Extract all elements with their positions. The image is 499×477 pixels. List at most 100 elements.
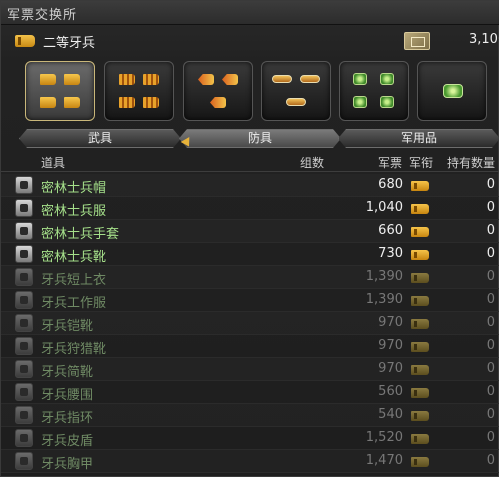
item-name: 密林士兵服: [41, 204, 107, 219]
item-row[interactable]: 密林士兵帽 680 0: [1, 174, 499, 197]
seal-cost-icon: [411, 342, 429, 352]
green-insignia-icon: [353, 73, 367, 85]
chevron-insignia-icon: [222, 74, 238, 85]
seal-cost-icon: [411, 457, 429, 467]
body-armor-icon: [15, 291, 33, 309]
pill-insignia-icon: [272, 75, 292, 83]
rank-1-button[interactable]: [25, 61, 95, 121]
shield-icon: [15, 429, 33, 447]
rank-6-button[interactable]: [417, 61, 487, 121]
col-rank: 军衔: [409, 156, 434, 170]
rank-insignia-icon: [15, 35, 35, 47]
seal-cost-icon: [411, 273, 429, 283]
item-owned: 0: [486, 361, 495, 376]
boots-icon: [15, 360, 33, 378]
body-armor-icon: [15, 268, 33, 286]
col-owned: 持有数量: [447, 156, 496, 170]
gloves-icon: [15, 222, 33, 240]
col-sets: 组数: [300, 156, 325, 170]
item-row[interactable]: 牙兵胸甲 1,470 0: [1, 450, 499, 473]
boots-icon: [15, 245, 33, 263]
item-owned: 0: [486, 384, 495, 399]
rank-name: 二等牙兵: [43, 36, 96, 51]
hat-icon: [15, 176, 33, 194]
boots-icon: [15, 314, 33, 332]
item-owned: 0: [486, 177, 495, 192]
gold-insignia-icon: [64, 97, 80, 108]
item-name: 密林士兵手套: [41, 227, 120, 242]
item-row[interactable]: 牙兵短上衣 1,390 0: [1, 266, 499, 289]
item-cost: 970: [378, 338, 403, 353]
seal-cost-icon: [411, 296, 429, 306]
item-row[interactable]: 牙兵铠靴 970 0: [1, 312, 499, 335]
item-row[interactable]: 牙兵简靴 970 0: [1, 358, 499, 381]
rank-filter-bar: [25, 61, 499, 123]
item-name: 牙兵工作服: [41, 296, 107, 311]
item-owned: 0: [486, 430, 495, 445]
item-owned: 0: [486, 269, 495, 284]
company-seal-icon: [404, 32, 430, 50]
item-name: 牙兵铠靴: [41, 319, 94, 334]
item-owned: 0: [486, 407, 495, 422]
item-owned: 0: [486, 246, 495, 261]
seal-cost-icon: [411, 181, 429, 191]
item-cost: 970: [378, 315, 403, 330]
chevron-insignia-icon: [198, 74, 214, 85]
ring-icon: [15, 406, 33, 424]
item-row[interactable]: 密林士兵手套 660 0: [1, 220, 499, 243]
item-row[interactable]: 密林士兵服 1,040 0: [1, 197, 499, 220]
rank-4-button[interactable]: [261, 61, 331, 121]
item-name: 密林士兵帽: [41, 181, 107, 196]
item-cost: 660: [378, 223, 403, 238]
column-header: 道具 组数 军票 军衔 持有数量: [1, 152, 499, 172]
gold-insignia-icon: [64, 74, 80, 85]
item-row[interactable]: 牙兵腰围 560 0: [1, 381, 499, 404]
tab-armor[interactable]: 防具: [179, 129, 341, 148]
item-list: 密林士兵帽 680 0 密林士兵服 1,040 0 密林士兵手套 660 0 密…: [1, 174, 499, 473]
item-name: 牙兵短上衣: [41, 273, 107, 288]
gold-insignia-icon: [40, 74, 56, 85]
rank-3-button[interactable]: [183, 61, 253, 121]
body-armor-icon: [15, 199, 33, 217]
item-name: 牙兵皮盾: [41, 434, 94, 449]
rank-2-button[interactable]: [104, 61, 174, 121]
seal-count: 3,106: [469, 32, 499, 47]
seal-cost-icon: [411, 227, 429, 237]
seal-cost-icon: [411, 250, 429, 260]
boots-icon: [15, 337, 33, 355]
item-name: 牙兵指环: [41, 411, 94, 426]
category-tabs: 武具 防具 军用品: [15, 129, 499, 149]
item-name: 牙兵狩猎靴: [41, 342, 107, 357]
green-insignia-icon: [380, 96, 394, 108]
item-row[interactable]: 牙兵皮盾 1,520 0: [1, 427, 499, 450]
seal-cost-icon: [411, 411, 429, 421]
gold-insignia-icon: [40, 97, 56, 108]
exchange-window: 军票交换所 二等牙兵 3,106: [0, 0, 499, 477]
item-owned: 0: [486, 292, 495, 307]
tab-supplies[interactable]: 军用品: [338, 129, 499, 148]
item-owned: 0: [486, 338, 495, 353]
rank-5-button[interactable]: [339, 61, 409, 121]
seal-cost-icon: [411, 365, 429, 375]
item-name: 牙兵胸甲: [41, 457, 94, 472]
seal-cost-icon: [411, 434, 429, 444]
window-title: 军票交换所: [7, 8, 78, 23]
seal-cost-icon: [411, 388, 429, 398]
item-row[interactable]: 牙兵工作服 1,390 0: [1, 289, 499, 312]
col-seals: 军票: [378, 156, 403, 170]
seal-cost-icon: [411, 204, 429, 214]
item-row[interactable]: 牙兵狩猎靴 970 0: [1, 335, 499, 358]
item-cost: 1,040: [365, 200, 403, 215]
item-row[interactable]: 牙兵指环 540 0: [1, 404, 499, 427]
item-cost: 730: [378, 246, 403, 261]
tab-weapons[interactable]: 武具: [19, 129, 181, 148]
item-cost: 1,520: [365, 430, 403, 445]
item-cost: 970: [378, 361, 403, 376]
item-row[interactable]: 密林士兵靴 730 0: [1, 243, 499, 266]
title-bar[interactable]: 军票交换所: [1, 1, 499, 25]
green-insignia-icon: [353, 96, 367, 108]
item-cost: 560: [378, 384, 403, 399]
striped-insignia-icon: [143, 97, 159, 108]
chevron-insignia-icon: [210, 97, 226, 108]
item-owned: 0: [486, 200, 495, 215]
